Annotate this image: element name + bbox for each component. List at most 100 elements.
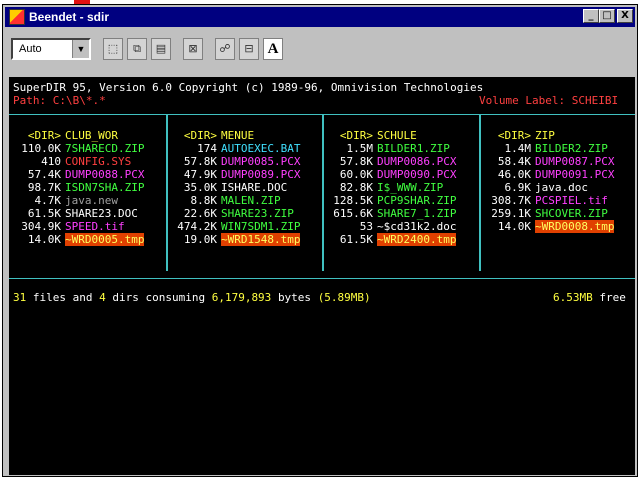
file-entry[interactable]: 46.0K DUMP0091.PCX [483,168,615,181]
file-entry[interactable]: 47.9K DUMP0089.PCX [169,168,301,181]
file-size: 259.1K [491,207,531,220]
volume-label: Volume Label: SCHEIBI [479,94,619,107]
file-entry[interactable]: 60.0K DUMP0090.PCX [325,168,457,181]
background-icon[interactable]: ⊟ [239,38,259,60]
dir-name: ZIP [535,129,555,142]
file-name: PCSPIEL.tif [535,194,608,207]
file-size: 61.5K [27,207,61,220]
file-size: 4.7K [34,194,62,207]
file-size: 1.4M [504,142,532,155]
file-name: BILDER1.ZIP [377,142,450,155]
file-name: AUTOEXEC.BAT [221,142,301,155]
chevron-down-icon[interactable]: ▼ [72,40,89,58]
file-entry[interactable]: 174 AUTOEXEC.BAT [169,142,300,155]
file-entry[interactable]: 57.4K DUMP0088.PCX [13,168,145,181]
file-name: SPEED.tif [65,220,125,233]
minimize-button[interactable]: _ [583,9,599,23]
properties-icon[interactable]: ☍ [215,38,235,60]
file-entry[interactable]: 474.2K WIN7SDM1.ZIP [169,220,300,233]
file-size: 615.6K [333,207,373,220]
file-entry[interactable]: 61.5K SHARE23.DOC [13,207,138,220]
file-entry[interactable]: 304.9K SPEED.tif [13,220,125,233]
column-divider-2 [322,115,324,271]
summary-files: 31 [13,291,27,304]
file-entry[interactable]: 53 ~$cd31k2.doc [325,220,457,233]
dir-entry[interactable]: <DIR> MENUE [169,129,254,142]
fullscreen-icon[interactable]: ⊠ [183,38,203,60]
summary-bytes: 6,179,893 [211,291,272,304]
dir-entry[interactable]: <DIR> ZIP [483,129,555,142]
file-name: java.doc [535,181,588,194]
title-bar[interactable]: Beendet - sdir _ □ X [5,7,635,27]
file-size: 14.0K [27,233,61,246]
file-name: I$_WWW.ZIP [377,181,444,194]
dir-tag: <DIR> [183,129,217,142]
file-name: DUMP0088.PCX [65,168,145,181]
file-name: ~WRD2400.tmp [377,233,457,246]
file-size: 304.9K [21,220,61,233]
mark-icon[interactable]: ⬚ [103,38,123,60]
file-entry[interactable]: 14.0K ~WRD0008.tmp [483,220,615,233]
file-size: 47.9K [183,168,217,181]
file-name: java.new [65,194,118,207]
font-size-select[interactable]: Auto ▼ [11,38,91,60]
file-entry[interactable]: 410 CONFIG.SYS [13,155,131,168]
maximize-button[interactable]: □ [599,9,615,23]
toolbar: Auto ▼ ⬚ ⧉ ▤ ⊠ ☍ ⊟ A [5,29,635,69]
summary-dirs: 4 [99,291,106,304]
summary-mb: (5.89MB) [317,291,371,304]
divider-bottom [9,278,635,279]
file-size: 1.5M [346,142,374,155]
file-entry[interactable]: 82.8K I$_WWW.ZIP [325,181,443,194]
file-size: 82.8K [339,181,373,194]
file-entry[interactable]: 58.4K DUMP0087.PCX [483,155,615,168]
file-entry[interactable]: 259.1K SHCOVER.ZIP [483,207,608,220]
close-button[interactable]: X [617,9,633,23]
dir-name: SCHULE [377,129,417,142]
dir-tag: <DIR> [339,129,373,142]
paste-icon[interactable]: ▤ [151,38,171,60]
file-name: 7SHARECD.ZIP [65,142,145,155]
summary-files-text: files and [32,291,93,304]
file-entry[interactable]: 1.5M BILDER1.ZIP [325,142,450,155]
file-name: DUMP0090.PCX [377,168,457,181]
font-icon[interactable]: A [263,38,283,60]
file-name: WIN7SDM1.ZIP [221,220,301,233]
file-entry[interactable]: 8.8K MALEN.ZIP [169,194,281,207]
console-output[interactable]: SuperDIR 95, Version 6.0 Copyright (c) 1… [9,77,635,475]
file-entry[interactable]: 4.7K java.new [13,194,118,207]
file-size: 22.6K [183,207,217,220]
file-size: 46.0K [497,168,531,181]
free-space-text: free [599,291,626,304]
file-name: CONFIG.SYS [65,155,132,168]
file-entry[interactable]: 19.0K ~WRD1548.tmp [169,233,301,246]
file-entry[interactable]: 22.6K SHARE23.ZIP [169,207,294,220]
file-name: MALEN.ZIP [221,194,281,207]
copy-icon[interactable]: ⧉ [127,38,147,60]
file-entry[interactable]: 615.6K SHARE7_1.ZIP [325,207,456,220]
file-name: ~WRD0005.tmp [65,233,145,246]
file-entry[interactable]: 98.7K ISDN7SHA.ZIP [13,181,145,194]
dir-entry[interactable]: <DIR> CLUB_WOR [13,129,118,142]
file-size: 57.8K [183,155,217,168]
file-entry[interactable]: 1.4M BILDER2.ZIP [483,142,608,155]
file-size: 53 [359,220,373,233]
dir-name: MENUE [221,129,255,142]
file-entry[interactable]: 14.0K ~WRD0005.tmp [13,233,145,246]
file-size: 410 [41,155,61,168]
file-name: SHARE23.ZIP [221,207,294,220]
dir-entry[interactable]: <DIR> SCHULE [325,129,417,142]
file-entry[interactable]: 61.5K ~WRD2400.tmp [325,233,457,246]
file-entry[interactable]: 110.0K 7SHARECD.ZIP [13,142,144,155]
file-entry[interactable]: 35.0K ISHARE.DOC [169,181,287,194]
column-divider-3 [479,115,481,271]
app-icon[interactable] [9,9,25,25]
file-size: 174 [197,142,217,155]
file-name: SHARE23.DOC [65,207,138,220]
file-entry[interactable]: 6.9K java.doc [483,181,588,194]
file-entry[interactable]: 57.8K DUMP0086.PCX [325,155,457,168]
file-entry[interactable]: 128.5K PCP9SHAR.ZIP [325,194,456,207]
file-entry[interactable]: 57.8K DUMP0085.PCX [169,155,301,168]
file-entry[interactable]: 308.7K PCSPIEL.tif [483,194,608,207]
file-size: 8.8K [190,194,218,207]
